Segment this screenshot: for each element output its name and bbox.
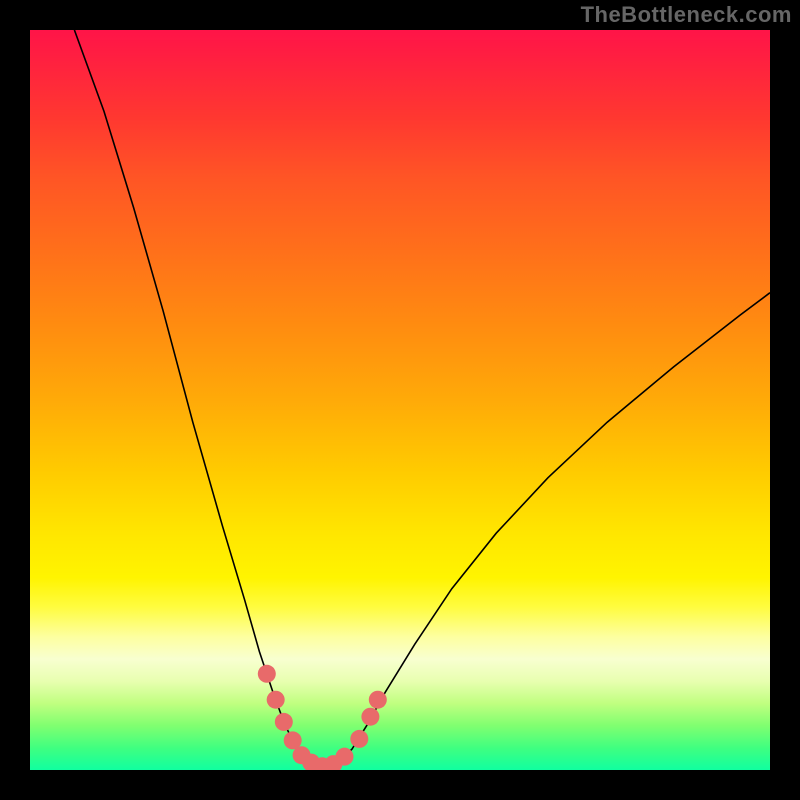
highlight-marker xyxy=(361,708,379,726)
highlight-marker xyxy=(350,730,368,748)
highlight-marker xyxy=(275,713,293,731)
watermark-text: TheBottleneck.com xyxy=(581,2,792,28)
bottleneck-curve xyxy=(74,30,770,766)
chart-svg xyxy=(30,30,770,770)
highlight-marker xyxy=(258,665,276,683)
highlight-marker xyxy=(369,691,387,709)
highlight-marker-group xyxy=(258,665,387,770)
highlight-marker xyxy=(267,691,285,709)
highlight-marker xyxy=(336,748,354,766)
plot-area xyxy=(30,30,770,770)
